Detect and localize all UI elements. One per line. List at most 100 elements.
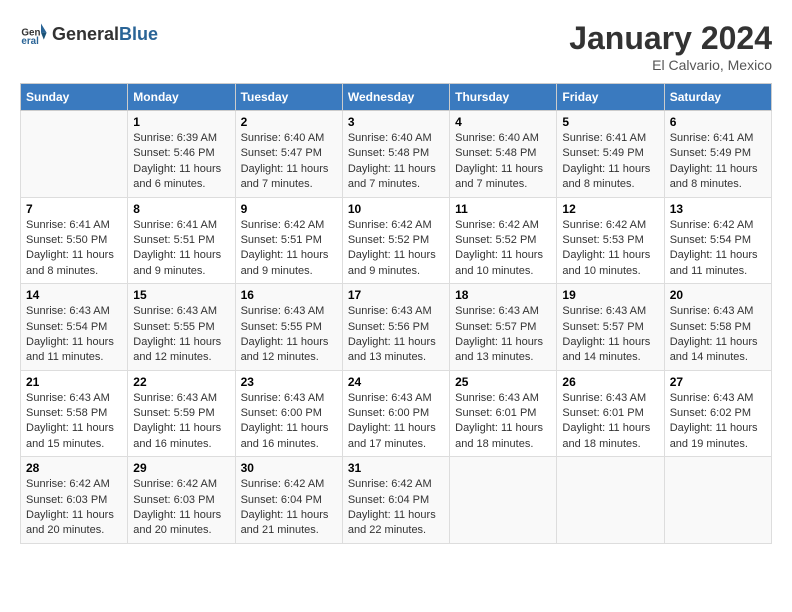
calendar-table: SundayMondayTuesdayWednesdayThursdayFrid…: [20, 83, 772, 544]
day-number: 10: [348, 202, 444, 216]
day-number: 11: [455, 202, 551, 216]
calendar-cell: 3Sunrise: 6:40 AMSunset: 5:48 PMDaylight…: [342, 111, 449, 198]
day-number: 13: [670, 202, 766, 216]
day-info: Sunrise: 6:43 AMSunset: 6:01 PMDaylight:…: [455, 392, 543, 450]
calendar-cell: [450, 457, 557, 544]
day-number: 6: [670, 115, 766, 129]
calendar-cell: 27 Sunrise: 6:43 AMSunset: 6:02 PMDayligh…: [664, 370, 771, 457]
calendar-cell: 9 Sunrise: 6:42 AMSunset: 5:51 PMDaylight…: [235, 197, 342, 284]
day-info: Sunrise: 6:43 AMSunset: 5:58 PMDaylight:…: [26, 392, 114, 450]
logo: Gen eral GeneralBlue: [20, 20, 158, 48]
main-title: January 2024: [569, 20, 772, 57]
day-number: 23: [241, 375, 337, 389]
day-number: 16: [241, 288, 337, 302]
calendar-cell: 16 Sunrise: 6:43 AMSunset: 5:55 PMDayligh…: [235, 284, 342, 371]
day-number: 20: [670, 288, 766, 302]
calendar-cell: 7Sunrise: 6:41 AMSunset: 5:50 PMDaylight…: [21, 197, 128, 284]
day-number: 22: [133, 375, 229, 389]
day-info: Sunrise: 6:41 AMSunset: 5:49 PMDaylight:…: [562, 132, 650, 190]
calendar-cell: 25 Sunrise: 6:43 AMSunset: 6:01 PMDayligh…: [450, 370, 557, 457]
day-number: 12: [562, 202, 658, 216]
day-info: Sunrise: 6:42 AMSunset: 6:04 PMDaylight:…: [348, 478, 436, 536]
day-number: 5: [562, 115, 658, 129]
day-info: Sunrise: 6:43 AMSunset: 5:59 PMDaylight:…: [133, 392, 221, 450]
logo-general-text: GeneralBlue: [52, 24, 158, 45]
calendar-cell: 26 Sunrise: 6:43 AMSunset: 6:01 PMDayligh…: [557, 370, 664, 457]
calendar-cell: 22 Sunrise: 6:43 AMSunset: 5:59 PMDayligh…: [128, 370, 235, 457]
day-number: 1: [133, 115, 229, 129]
day-info: Sunrise: 6:43 AMSunset: 6:00 PMDaylight:…: [348, 392, 436, 450]
calendar-cell: 31 Sunrise: 6:42 AMSunset: 6:04 PMDayligh…: [342, 457, 449, 544]
weekday-header-sunday: Sunday: [21, 84, 128, 111]
day-info: Sunrise: 6:42 AMSunset: 5:54 PMDaylight:…: [670, 219, 758, 277]
day-info: Sunrise: 6:42 AMSunset: 5:52 PMDaylight:…: [348, 219, 436, 277]
calendar-cell: 23Sunrise: 6:43 AMSunset: 6:00 PMDayligh…: [235, 370, 342, 457]
calendar-cell: 11 Sunrise: 6:42 AMSunset: 5:52 PMDayligh…: [450, 197, 557, 284]
day-number: 17: [348, 288, 444, 302]
day-number: 24: [348, 375, 444, 389]
day-info: Sunrise: 6:40 AMSunset: 5:48 PMDaylight:…: [348, 132, 436, 190]
day-number: 28: [26, 461, 122, 475]
weekday-header-saturday: Saturday: [664, 84, 771, 111]
calendar-cell: 2 Sunrise: 6:40 AMSunset: 5:47 PMDaylight…: [235, 111, 342, 198]
day-number: 9: [241, 202, 337, 216]
day-info: Sunrise: 6:43 AMSunset: 5:58 PMDaylight:…: [670, 305, 758, 363]
calendar-cell: 30Sunrise: 6:42 AMSunset: 6:04 PMDayligh…: [235, 457, 342, 544]
calendar-cell: [664, 457, 771, 544]
day-number: 27: [670, 375, 766, 389]
day-number: 18: [455, 288, 551, 302]
calendar-cell: 6 Sunrise: 6:41 AMSunset: 5:49 PMDaylight…: [664, 111, 771, 198]
calendar-week-4: 21 Sunrise: 6:43 AMSunset: 5:58 PMDayligh…: [21, 370, 772, 457]
day-number: 14: [26, 288, 122, 302]
day-number: 21: [26, 375, 122, 389]
day-info: Sunrise: 6:43 AMSunset: 5:54 PMDaylight:…: [26, 305, 114, 363]
day-info: Sunrise: 6:42 AMSunset: 6:03 PMDaylight:…: [133, 478, 221, 536]
calendar-cell: 19Sunrise: 6:43 AMSunset: 5:57 PMDayligh…: [557, 284, 664, 371]
calendar-cell: [557, 457, 664, 544]
day-info: Sunrise: 6:41 AMSunset: 5:49 PMDaylight:…: [670, 132, 758, 190]
day-number: 30: [241, 461, 337, 475]
calendar-cell: 28 Sunrise: 6:42 AMSunset: 6:03 PMDayligh…: [21, 457, 128, 544]
day-info: Sunrise: 6:43 AMSunset: 5:57 PMDaylight:…: [562, 305, 650, 363]
day-info: Sunrise: 6:43 AMSunset: 5:55 PMDaylight:…: [241, 305, 329, 363]
day-number: 4: [455, 115, 551, 129]
day-info: Sunrise: 6:43 AMSunset: 6:01 PMDaylight:…: [562, 392, 650, 450]
day-number: 29: [133, 461, 229, 475]
subtitle: El Calvario, Mexico: [569, 57, 772, 73]
calendar-week-2: 7Sunrise: 6:41 AMSunset: 5:50 PMDaylight…: [21, 197, 772, 284]
day-number: 26: [562, 375, 658, 389]
day-number: 15: [133, 288, 229, 302]
day-info: Sunrise: 6:40 AMSunset: 5:47 PMDaylight:…: [241, 132, 329, 190]
day-info: Sunrise: 6:43 AMSunset: 5:55 PMDaylight:…: [133, 305, 221, 363]
calendar-week-1: 1Sunrise: 6:39 AMSunset: 5:46 PMDaylight…: [21, 111, 772, 198]
calendar-cell: 4Sunrise: 6:40 AMSunset: 5:48 PMDaylight…: [450, 111, 557, 198]
calendar-week-3: 14 Sunrise: 6:43 AMSunset: 5:54 PMDayligh…: [21, 284, 772, 371]
day-number: 2: [241, 115, 337, 129]
calendar-cell: 13 Sunrise: 6:42 AMSunset: 5:54 PMDayligh…: [664, 197, 771, 284]
calendar-cell: 29 Sunrise: 6:42 AMSunset: 6:03 PMDayligh…: [128, 457, 235, 544]
title-block: January 2024 El Calvario, Mexico: [569, 20, 772, 73]
logo-icon: Gen eral: [20, 20, 48, 48]
day-info: Sunrise: 6:42 AMSunset: 5:52 PMDaylight:…: [455, 219, 543, 277]
calendar-cell: 20 Sunrise: 6:43 AMSunset: 5:58 PMDayligh…: [664, 284, 771, 371]
calendar-cell: 17 Sunrise: 6:43 AMSunset: 5:56 PMDayligh…: [342, 284, 449, 371]
calendar-cell: 12Sunrise: 6:42 AMSunset: 5:53 PMDayligh…: [557, 197, 664, 284]
weekday-header-row: SundayMondayTuesdayWednesdayThursdayFrid…: [21, 84, 772, 111]
day-number: 31: [348, 461, 444, 475]
calendar-cell: 21 Sunrise: 6:43 AMSunset: 5:58 PMDayligh…: [21, 370, 128, 457]
day-info: Sunrise: 6:42 AMSunset: 6:03 PMDaylight:…: [26, 478, 114, 536]
day-info: Sunrise: 6:43 AMSunset: 5:57 PMDaylight:…: [455, 305, 543, 363]
day-info: Sunrise: 6:43 AMSunset: 6:02 PMDaylight:…: [670, 392, 758, 450]
svg-text:eral: eral: [21, 36, 39, 47]
day-info: Sunrise: 6:42 AMSunset: 5:51 PMDaylight:…: [241, 219, 329, 277]
calendar-cell: 8Sunrise: 6:41 AMSunset: 5:51 PMDaylight…: [128, 197, 235, 284]
weekday-header-tuesday: Tuesday: [235, 84, 342, 111]
calendar-week-5: 28 Sunrise: 6:42 AMSunset: 6:03 PMDayligh…: [21, 457, 772, 544]
calendar-cell: 5 Sunrise: 6:41 AMSunset: 5:49 PMDaylight…: [557, 111, 664, 198]
day-number: 7: [26, 202, 122, 216]
day-info: Sunrise: 6:43 AMSunset: 5:56 PMDaylight:…: [348, 305, 436, 363]
page-header: Gen eral GeneralBlue January 2024 El Cal…: [20, 20, 772, 73]
day-number: 25: [455, 375, 551, 389]
calendar-cell: 10 Sunrise: 6:42 AMSunset: 5:52 PMDayligh…: [342, 197, 449, 284]
weekday-header-thursday: Thursday: [450, 84, 557, 111]
